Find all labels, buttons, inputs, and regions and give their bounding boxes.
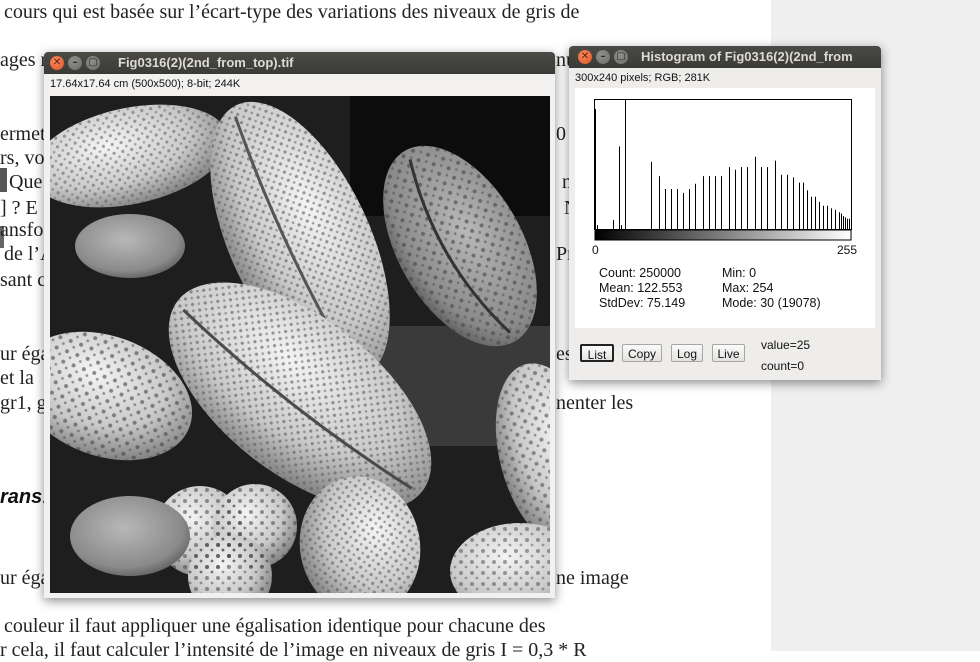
copy-button[interactable]: Copy [622,344,662,362]
value-readout: value=25 [761,338,811,352]
stat-min: Min: 0 [722,266,757,280]
doc-line: et la [0,367,34,389]
doc-line: ur éga [0,343,50,365]
histogram-window[interactable]: ✕ – ▢ Histogram of Fig0316(2)(2nd_from 3… [569,46,881,380]
live-button[interactable]: Live [712,344,745,362]
histogram-window-titlebar[interactable]: ✕ – ▢ Histogram of Fig0316(2)(2nd_from [569,46,881,68]
doc-line-fragment: ne image [556,567,629,589]
doc-heading-text: rans [0,486,43,508]
doc-line-fragment: nenter les [556,392,634,414]
stat-mean: Mean: 122.553 [599,281,683,295]
maximize-icon[interactable]: ▢ [86,56,100,70]
doc-line-fragment: 0 [556,123,566,145]
gray-level-gradient-bar [594,229,852,241]
doc-line: ansfo [0,219,44,241]
doc-line: r cela, il faut calculer l’intensité de … [0,639,587,661]
doc-line: ur éga [0,567,50,589]
doc-line: cours qui est basée sur l’écart-type des… [4,1,580,23]
histogram-panel[interactable]: 0 255 Count: 250000 Mean: 122.553 StdDev… [575,88,875,328]
histogram-plot-frame [594,99,852,230]
minimize-icon[interactable]: – [596,50,610,64]
maximize-icon[interactable]: ▢ [614,50,628,64]
image-window[interactable]: ✕ – ▢ Fig0316(2)(2nd_from_top).tif 17.64… [44,52,555,598]
doc-line: sant c [0,269,47,291]
doc-section-heading: rans: [0,486,49,509]
stat-count: Count: 250000 [599,266,682,280]
window-title: Fig0316(2)(2nd_from_top).tif [118,55,294,70]
close-icon[interactable]: ✕ [578,50,592,64]
stat-mode: Mode: 30 (19078) [722,296,821,310]
log-button[interactable]: Log [671,344,703,362]
histogram-info: 300x240 pixels; RGB; 281K [575,72,711,84]
stat-max: Max: 254 [722,281,774,295]
doc-line: gr1, g [0,392,47,414]
doc-margin-marker [0,168,7,192]
stat-stddev: StdDev: 75.149 [599,296,686,310]
list-button[interactable]: List [580,344,614,362]
count-readout: count=0 [761,359,805,373]
histogram-bars [595,100,850,229]
doc-line: Que [9,171,43,193]
close-icon[interactable]: ✕ [50,56,64,70]
pollen-grains-image [50,96,550,593]
doc-line: ermet [0,123,46,145]
axis-min-label: 0 [592,243,599,257]
doc-line: ] ? E [0,197,38,219]
image-info: 17.64x17.64 cm (500x500); 8-bit; 244K [50,78,241,90]
doc-line: couleur il faut appliquer une égalisatio… [4,615,546,637]
axis-max-label: 255 [837,243,857,257]
minimize-icon[interactable]: – [68,56,82,70]
window-title: Histogram of Fig0316(2)(2nd_from [641,49,853,64]
image-canvas[interactable] [50,96,550,593]
doc-line: ages n [0,49,51,71]
doc-line: rs, vo [0,147,45,169]
image-window-titlebar[interactable]: ✕ – ▢ Fig0316(2)(2nd_from_top).tif [44,52,555,74]
